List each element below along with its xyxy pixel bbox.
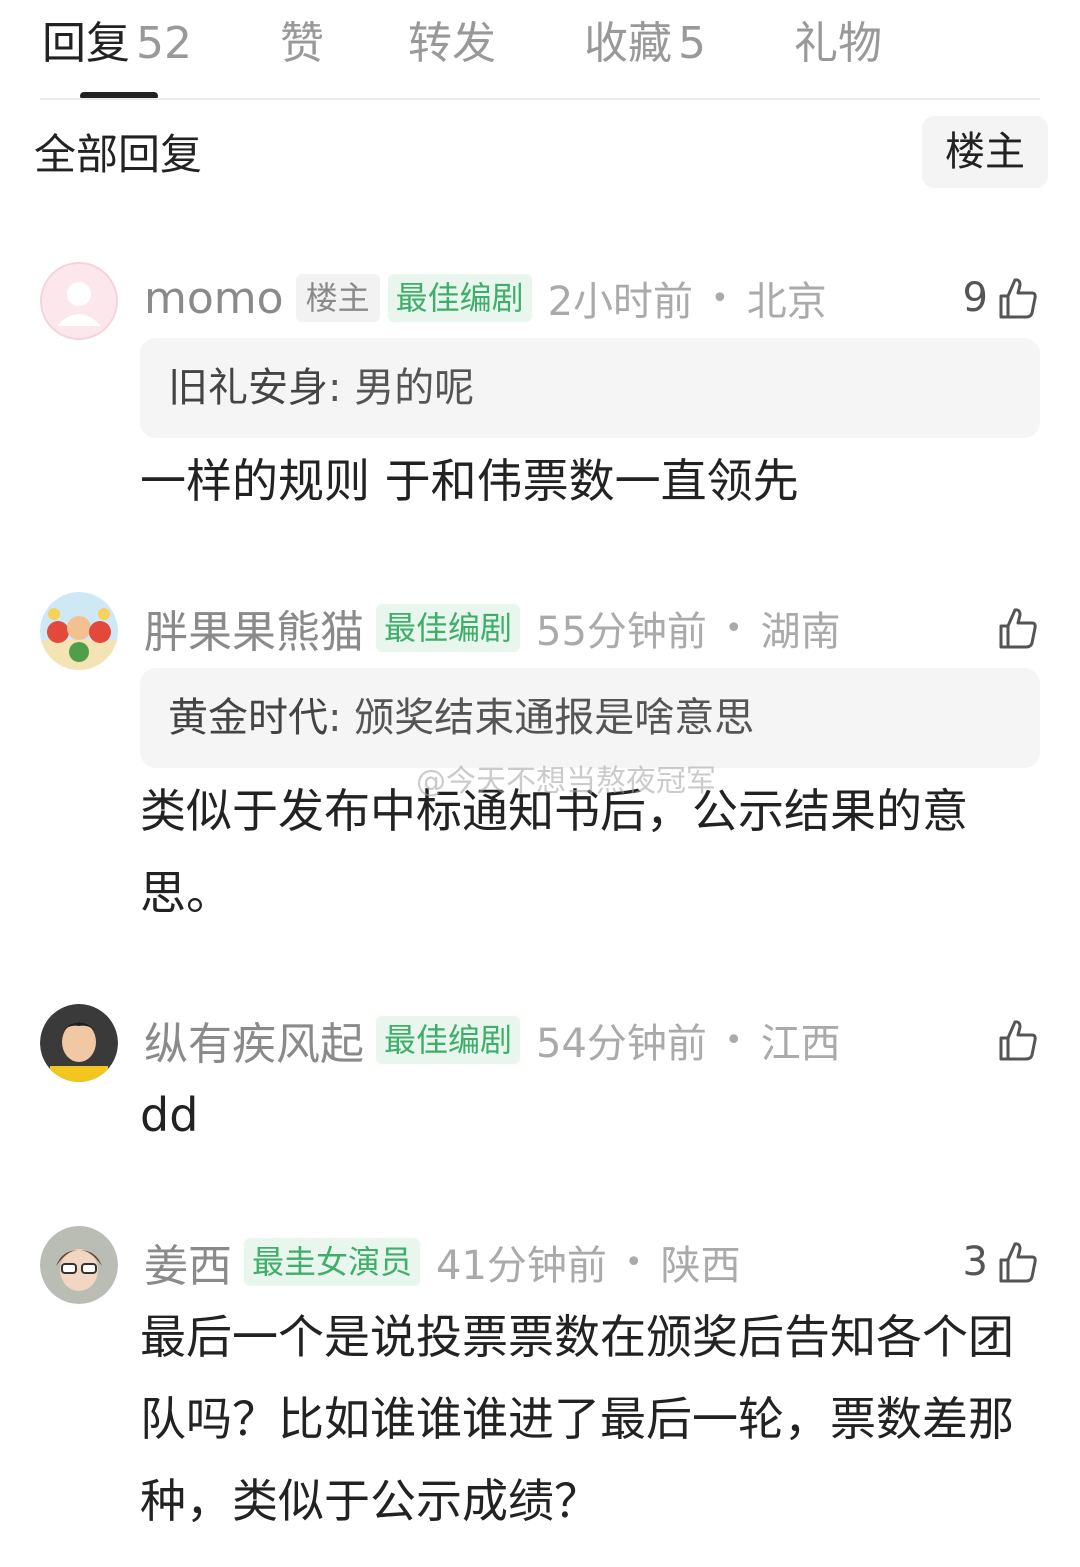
tab-reposts[interactable]: 转发 <box>408 14 496 74</box>
username[interactable]: 姜西 <box>144 1230 232 1294</box>
tab-favorites[interactable]: 收藏 5 <box>584 14 706 74</box>
comment-body: dd <box>140 1088 199 1142</box>
tab-likes[interactable]: 赞 <box>280 14 324 74</box>
separator-dot: • <box>724 610 743 646</box>
separator-dot: • <box>624 1244 643 1280</box>
timestamp: 41分钟前 <box>436 1243 607 1289</box>
tabs-divider <box>40 98 1040 100</box>
location: 湖南 <box>760 609 841 655</box>
comment-meta: momo 楼主 最佳编剧 2小时前 • 北京 <box>144 268 827 328</box>
like-button[interactable] <box>998 598 1038 658</box>
quoted-text: 男的呢 <box>354 365 475 411</box>
child-photo-avatar-icon <box>40 1226 118 1304</box>
all-replies-label: 全部回复 <box>34 130 203 179</box>
like-button[interactable]: 3 <box>963 1232 1038 1292</box>
like-button[interactable] <box>998 1010 1038 1070</box>
default-avatar-icon <box>40 262 118 340</box>
comment-body: 最后一个是说投票票数在颁奖后告知各个团队吗？比如谁谁谁进了最后一轮，票数差那种，… <box>140 1310 1014 1528</box>
username[interactable]: momo <box>144 273 284 324</box>
avatar[interactable] <box>40 592 118 670</box>
award-badge[interactable]: 最圭女演员 <box>244 1238 421 1286</box>
tab-reposts-label: 转发 <box>408 18 496 69</box>
award-badge[interactable]: 最佳编剧 <box>376 1016 521 1064</box>
thumbs-up-icon <box>998 1018 1038 1062</box>
person-photo-avatar-icon <box>40 1004 118 1082</box>
tab-replies[interactable]: 回复 52 <box>42 14 192 74</box>
tab-gifts-label: 礼物 <box>794 18 882 69</box>
quoted-username: 黄金时代 <box>168 695 328 741</box>
timestamp: 55分钟前 <box>536 609 707 655</box>
comment-meta: 胖果果熊猫 最佳编剧 55分钟前 • 湖南 <box>144 598 841 658</box>
quoted-username: 旧礼安身 <box>168 365 328 411</box>
timestamp: 54分钟前 <box>536 1021 707 1067</box>
op-only-filter-button[interactable]: 楼主 <box>922 116 1048 188</box>
separator-dot: • <box>724 1022 743 1058</box>
thumbs-up-icon <box>998 606 1038 650</box>
username[interactable]: 纵有疾风起 <box>144 1008 364 1072</box>
username[interactable]: 胖果果熊猫 <box>144 596 364 660</box>
op-badge: 楼主 <box>295 274 380 322</box>
tab-likes-label: 赞 <box>280 18 324 69</box>
award-badge[interactable]: 最佳编剧 <box>376 604 521 652</box>
separator-dot: • <box>711 280 729 316</box>
avatar[interactable] <box>40 1226 118 1304</box>
quoted-reply[interactable]: 黄金时代: 颁奖结束通报是啥意思 <box>140 668 1040 768</box>
like-count: 3 <box>962 1239 988 1285</box>
avatar[interactable] <box>40 262 118 340</box>
avatar[interactable] <box>40 1004 118 1082</box>
cartoon-avatar-icon <box>40 592 118 670</box>
tab-favorites-count: 5 <box>678 18 706 69</box>
quoted-text: 颁奖结束通报是啥意思 <box>354 695 755 741</box>
location: 陕西 <box>660 1243 741 1289</box>
award-badge[interactable]: 最佳编剧 <box>387 274 532 322</box>
tab-replies-label: 回复 <box>42 18 130 69</box>
comment-body: 一样的规则 于和伟票数一直领先 <box>140 454 799 508</box>
like-count: 9 <box>962 275 988 321</box>
quote-colon: : <box>328 695 342 741</box>
tab-favorites-label: 收藏 <box>584 18 672 69</box>
comment-meta: 纵有疾风起 最佳编剧 54分钟前 • 江西 <box>144 1010 841 1070</box>
watermark: @今天不想当熬夜冠军 <box>416 764 716 799</box>
comments-page: 回复 52 赞 转发 收藏 5 礼物 全部回复 楼主 momo 楼主 最佳编剧 … <box>0 0 1080 1567</box>
tab-replies-count: 52 <box>136 18 192 69</box>
timestamp: 2小时前 <box>547 279 694 325</box>
like-button[interactable]: 9 <box>963 268 1038 328</box>
location: 北京 <box>746 279 827 325</box>
tab-gifts[interactable]: 礼物 <box>794 14 882 74</box>
thumbs-up-icon <box>998 276 1038 320</box>
comment-meta: 姜西 最圭女演员 41分钟前 • 陕西 <box>144 1232 741 1292</box>
thumbs-up-icon <box>998 1240 1038 1284</box>
location: 江西 <box>760 1021 841 1067</box>
quote-colon: : <box>328 365 342 411</box>
tab-bar: 回复 52 赞 转发 收藏 5 礼物 <box>0 0 1080 100</box>
quoted-reply[interactable]: 旧礼安身: 男的呢 <box>140 338 1040 438</box>
